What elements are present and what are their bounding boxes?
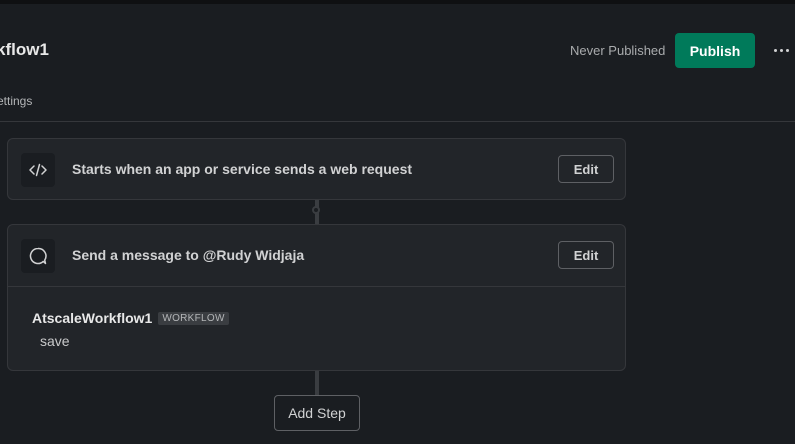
step-card-send-message: Send a message to @Rudy Widjaja Edit Ats…	[7, 224, 626, 371]
more-options-icon[interactable]	[770, 40, 792, 60]
edit-button[interactable]: Edit	[558, 155, 614, 183]
step-connector	[315, 371, 319, 395]
add-step-button[interactable]: Add Step	[274, 395, 360, 431]
step-label: Starts when an app or service sends a we…	[72, 161, 413, 177]
top-bar	[0, 0, 795, 4]
step-header: Starts when an app or service sends a we…	[8, 139, 625, 200]
code-icon	[21, 153, 55, 187]
tab-settings[interactable]: ettings	[0, 94, 32, 108]
message-bubble-icon	[21, 239, 55, 273]
step-header: Send a message to @Rudy Widjaja Edit	[8, 225, 625, 287]
edit-button[interactable]: Edit	[558, 241, 614, 269]
connector-dot	[312, 206, 320, 214]
step-card-trigger: Starts when an app or service sends a we…	[7, 138, 626, 200]
publish-status: Never Published	[570, 43, 666, 58]
sender-name: AtscaleWorkflow1	[32, 310, 153, 326]
header-divider	[0, 121, 795, 122]
publish-button[interactable]: Publish	[675, 33, 755, 68]
message-preview-text: save	[40, 333, 70, 349]
workflow-badge: WORKFLOW	[158, 311, 229, 325]
step-label: Send a message to @Rudy Widjaja	[72, 247, 305, 263]
message-preview-sender: AtscaleWorkflow1 WORKFLOW	[32, 310, 229, 326]
workflow-title: kflow1	[0, 40, 49, 59]
